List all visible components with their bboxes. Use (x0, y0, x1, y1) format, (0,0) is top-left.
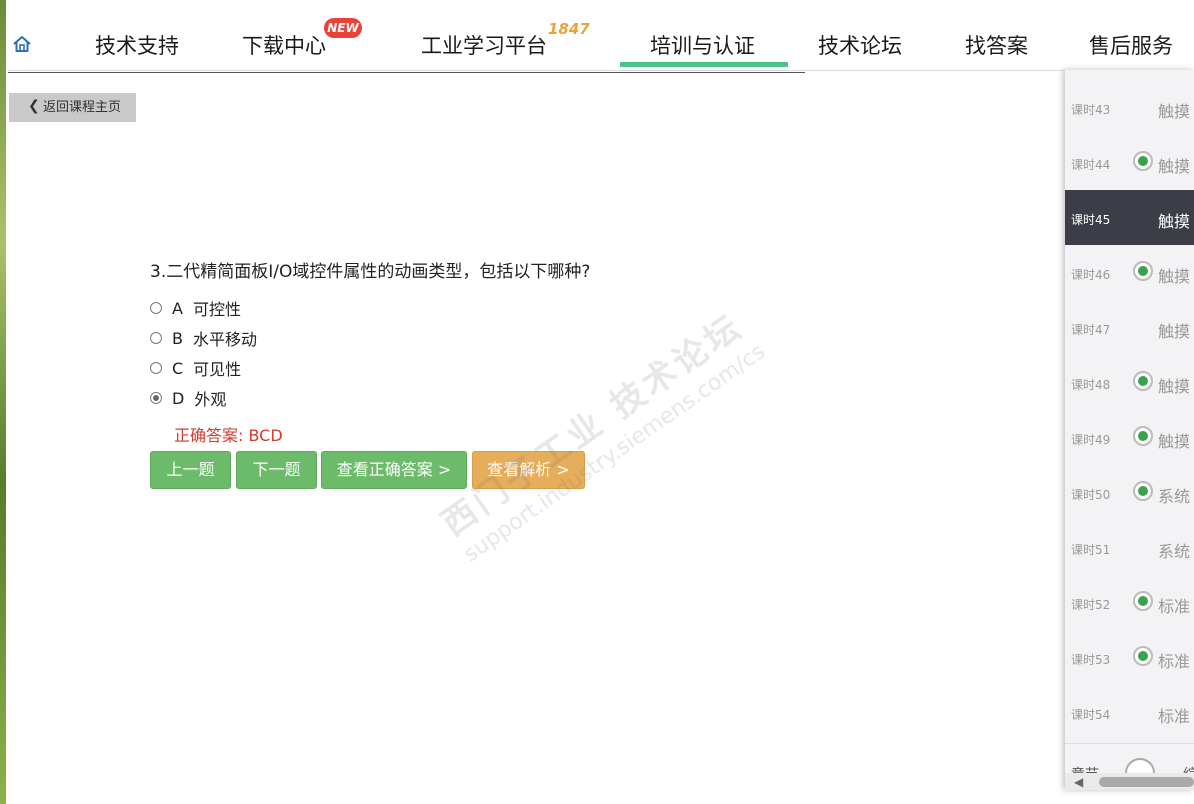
lesson-item[interactable]: 课时51 系统 (1065, 520, 1194, 575)
lesson-number: 课时54 (1071, 708, 1111, 722)
radio-c[interactable] (150, 362, 162, 374)
lesson-item[interactable]: 课时54 标准 (1065, 685, 1194, 740)
option-a[interactable]: A 可控性 (150, 296, 241, 320)
badge-1847: 1847 (548, 20, 590, 38)
option-label: 可见性 (193, 360, 242, 379)
option-label: 可控性 (192, 300, 241, 319)
lesson-number: 课时51 (1071, 543, 1111, 557)
nav-item-training-certification[interactable]: 培训与认证 (650, 30, 755, 60)
nav-item-find-answer[interactable]: 找答案 (965, 30, 1028, 60)
radio-d[interactable] (150, 392, 162, 404)
show-analysis-button[interactable]: 查看解析 > (472, 451, 585, 489)
lesson-number: 课时46 (1071, 268, 1111, 282)
next-question-button[interactable]: 下一题 (236, 451, 317, 489)
radio-b[interactable] (150, 332, 162, 344)
lesson-item[interactable]: 课时53 标准 (1065, 630, 1194, 685)
lesson-panel: 课时43 触摸 课时44 触摸 课时45 触摸 课时46 触摸 课时47 触摸 课时48 触摸 课时49… (1065, 70, 1194, 790)
radio-a[interactable] (150, 302, 162, 314)
left-edge-strip (0, 0, 6, 804)
lesson-title: 触摸 (1158, 322, 1191, 341)
lesson-item[interactable]: 课时47 触摸 (1065, 300, 1194, 355)
correct-answer: 正确答案: BCD (174, 426, 283, 445)
option-letter: C (172, 358, 184, 378)
nav-item-after-sales[interactable]: 售后服务 (1089, 30, 1173, 60)
nav-item-tech-support[interactable]: 技术支持 (95, 30, 179, 60)
option-b[interactable]: B 水平移动 (150, 326, 257, 350)
watermark: 西门子工业 技术论坛 support.industry.siemens.com/… (430, 297, 770, 567)
show-answer-button[interactable]: 查看正确答案 > (321, 451, 467, 489)
option-letter: B (172, 328, 183, 348)
lesson-item[interactable]: 课时52 标准 (1065, 575, 1194, 630)
lesson-number: 课时47 (1071, 323, 1111, 337)
lesson-number: 课时50 (1071, 488, 1111, 502)
horizontal-scrollbar[interactable]: ◀ (1065, 773, 1194, 790)
scroll-left-icon[interactable]: ◀ (1074, 775, 1083, 789)
nav-item-download-center[interactable]: 下载中心 (242, 30, 326, 60)
prev-question-button[interactable]: 上一题 (150, 451, 231, 489)
option-label: 外观 (194, 390, 227, 409)
option-d[interactable]: D 外观 (150, 386, 226, 410)
lesson-title: 触摸 (1158, 157, 1191, 176)
lesson-title: 触摸 (1158, 267, 1191, 286)
new-badge: NEW (324, 18, 362, 38)
question-text: 3.二代精简面板I/O域控件属性的动画类型，包括以下哪种? (150, 262, 591, 282)
nav-divider (8, 72, 805, 73)
completed-icon (1133, 481, 1153, 501)
nav-item-learning-platform[interactable]: 工业学习平台 (421, 30, 547, 60)
completed-icon (1133, 151, 1153, 171)
completed-icon (1133, 261, 1153, 281)
lesson-item[interactable]: 课时48 触摸 (1065, 355, 1194, 410)
lesson-title: 触摸 (1158, 432, 1191, 451)
lesson-title: 系统 (1158, 487, 1191, 506)
lesson-number: 课时48 (1071, 378, 1111, 392)
home-icon[interactable] (12, 34, 32, 54)
lesson-number: 课时52 (1071, 598, 1111, 612)
lesson-item[interactable]: 课时44 触摸 (1065, 135, 1194, 190)
completed-icon (1133, 646, 1153, 666)
completed-icon (1133, 371, 1153, 391)
lesson-item[interactable]: 课时45 触摸 (1065, 190, 1194, 245)
lesson-item[interactable]: 课时49 触摸 (1065, 410, 1194, 465)
option-label: 水平移动 (192, 330, 257, 349)
lesson-item[interactable]: 课时46 触摸 (1065, 245, 1194, 300)
lesson-title: 标准 (1158, 707, 1191, 726)
nav-item-forum[interactable]: 技术论坛 (818, 30, 902, 60)
lesson-title: 系统 (1158, 542, 1191, 561)
lesson-title: 触摸 (1158, 102, 1191, 121)
lesson-item[interactable]: 课时43 触摸 (1065, 80, 1194, 135)
lesson-number: 课时44 (1071, 158, 1111, 172)
watermark-line1: 西门子工业 技术论坛 (434, 306, 751, 545)
lesson-title: 标准 (1158, 597, 1191, 616)
active-tab-indicator (620, 62, 788, 67)
option-letter: A (172, 298, 183, 318)
back-button-label: 返回课程主页 (43, 100, 122, 115)
lesson-number: 课时45 (1071, 213, 1111, 227)
option-letter: D (172, 388, 185, 408)
completed-icon (1133, 591, 1153, 611)
lesson-title: 触摸 (1158, 212, 1191, 231)
option-c[interactable]: C 可见性 (150, 356, 241, 380)
lesson-number: 课时43 (1071, 103, 1111, 117)
scroll-thumb[interactable] (1099, 777, 1194, 787)
lesson-number: 课时49 (1071, 433, 1111, 447)
completed-icon (1133, 426, 1153, 446)
lesson-title: 触摸 (1158, 377, 1191, 396)
chevron-left-icon: ❮ (28, 98, 40, 114)
lesson-number: 课时53 (1071, 653, 1111, 667)
lesson-item[interactable]: 课时50 系统 (1065, 465, 1194, 520)
lesson-title: 标准 (1158, 652, 1191, 671)
